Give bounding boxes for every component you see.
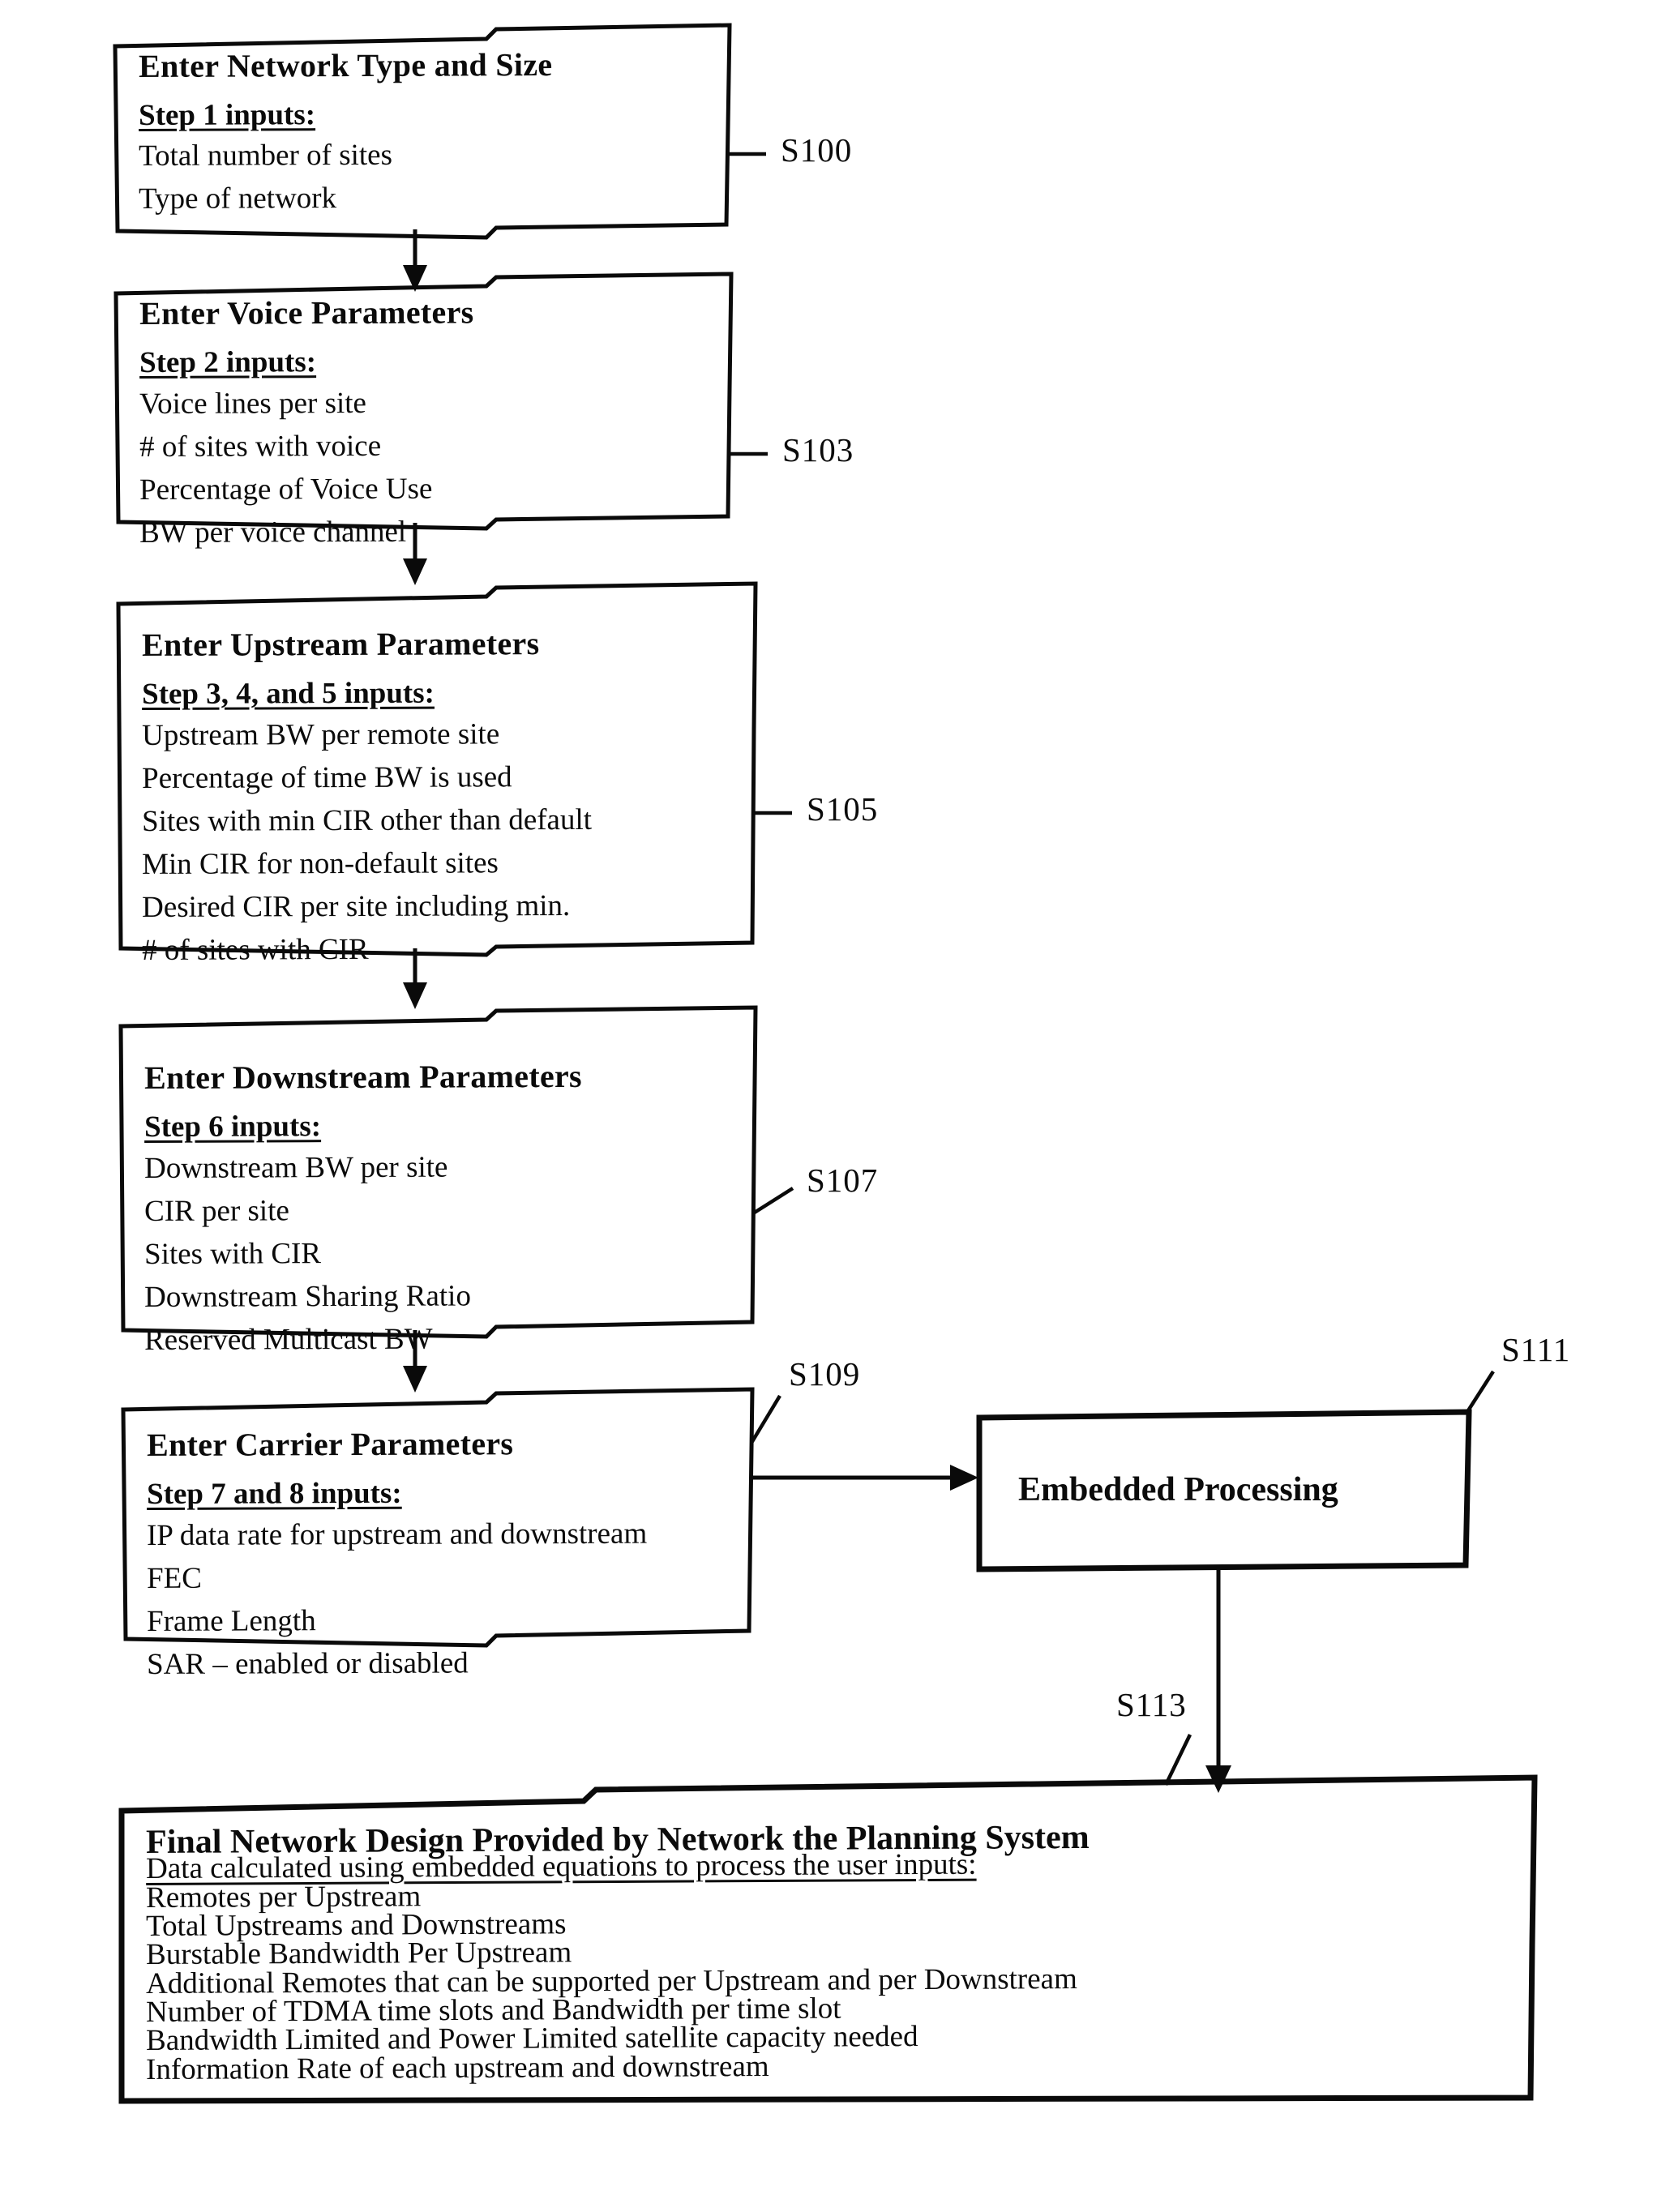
- box-subhead-s109: Step 7 and 8 inputs:: [146, 1476, 402, 1511]
- ref-label-s100: S100: [781, 131, 853, 169]
- box-subhead-s107: Step 6 inputs:: [143, 1110, 322, 1144]
- box-item: Frame Length: [146, 1604, 316, 1638]
- box-subhead-s103: Step 2 inputs:: [139, 345, 317, 379]
- box-item: Voice lines per site: [139, 386, 366, 421]
- ref-label-s109: S109: [789, 1355, 861, 1393]
- flowchart-figure: Enter Network Type and Size Step 1 input…: [0, 0, 1657, 2212]
- box-item: Sites with min CIR other than default: [141, 802, 593, 838]
- box-item: # of sites with voice: [139, 429, 382, 464]
- box-item: FEC: [146, 1561, 203, 1595]
- box-title-s109: Enter Carrier Parameters: [146, 1425, 514, 1463]
- box-item: # of sites with CIR: [141, 932, 369, 967]
- box-title-s103: Enter Voice Parameters: [139, 293, 474, 332]
- leader-s109: [750, 1394, 781, 1444]
- box-title-s107: Enter Downstream Parameters: [143, 1057, 582, 1096]
- box-item: Upstream BW per remote site: [141, 717, 500, 752]
- box-item: IP data rate for upstream and downstream: [146, 1517, 648, 1552]
- connector-s100-s103: [403, 229, 427, 292]
- ref-label-s105: S105: [807, 790, 879, 828]
- box-item: Downstream Sharing Ratio: [143, 1279, 471, 1314]
- leader-s111: [1464, 1370, 1495, 1416]
- connector-s103-s105: [403, 523, 427, 585]
- box-item: SAR – enabled or disabled: [146, 1646, 469, 1681]
- connector-s111-s113: [1205, 1568, 1231, 1793]
- box-subhead-s113: Data calculated using embedded equations…: [145, 1847, 977, 1886]
- ref-label-s107: S107: [807, 1162, 879, 1199]
- box-item: Min CIR for non-default sites: [141, 846, 499, 881]
- connector-s109-s111: [751, 1465, 978, 1491]
- leader-s107: [751, 1187, 794, 1215]
- box-item: Downstream BW per site: [143, 1150, 448, 1185]
- connector-s105-s107: [403, 948, 427, 1009]
- box-item: Sites with CIR: [143, 1237, 322, 1271]
- box-title-s105: Enter Upstream Parameters: [141, 625, 540, 663]
- box-title-s100: Enter Network Type and Size: [138, 46, 553, 84]
- box-item: Percentage of time BW is used: [141, 760, 512, 795]
- ref-label-s103: S103: [782, 431, 854, 468]
- leader-s113: [1163, 1734, 1192, 1786]
- box-item: Percentage of Voice Use: [139, 472, 433, 507]
- box-item: Desired CIR per site including min.: [141, 888, 571, 924]
- box-item: CIR per site: [143, 1194, 289, 1228]
- box-item: BW per voice channel: [139, 515, 407, 550]
- box-subhead-s100: Step 1 inputs:: [138, 98, 316, 132]
- box-item: Total number of sites: [138, 138, 393, 173]
- box-title-s111: Embedded Processing: [1018, 1471, 1338, 1508]
- box-item: Type of network: [138, 182, 337, 216]
- box-item: Reserved Multicast BW: [143, 1322, 433, 1357]
- box-subhead-s105: Step 3, 4, and 5 inputs:: [141, 676, 435, 711]
- ref-label-s113: S113: [1116, 1686, 1187, 1723]
- final-item: Information Rate of each upstream and do…: [145, 2049, 769, 2086]
- ref-label-s111: S111: [1501, 1331, 1571, 1368]
